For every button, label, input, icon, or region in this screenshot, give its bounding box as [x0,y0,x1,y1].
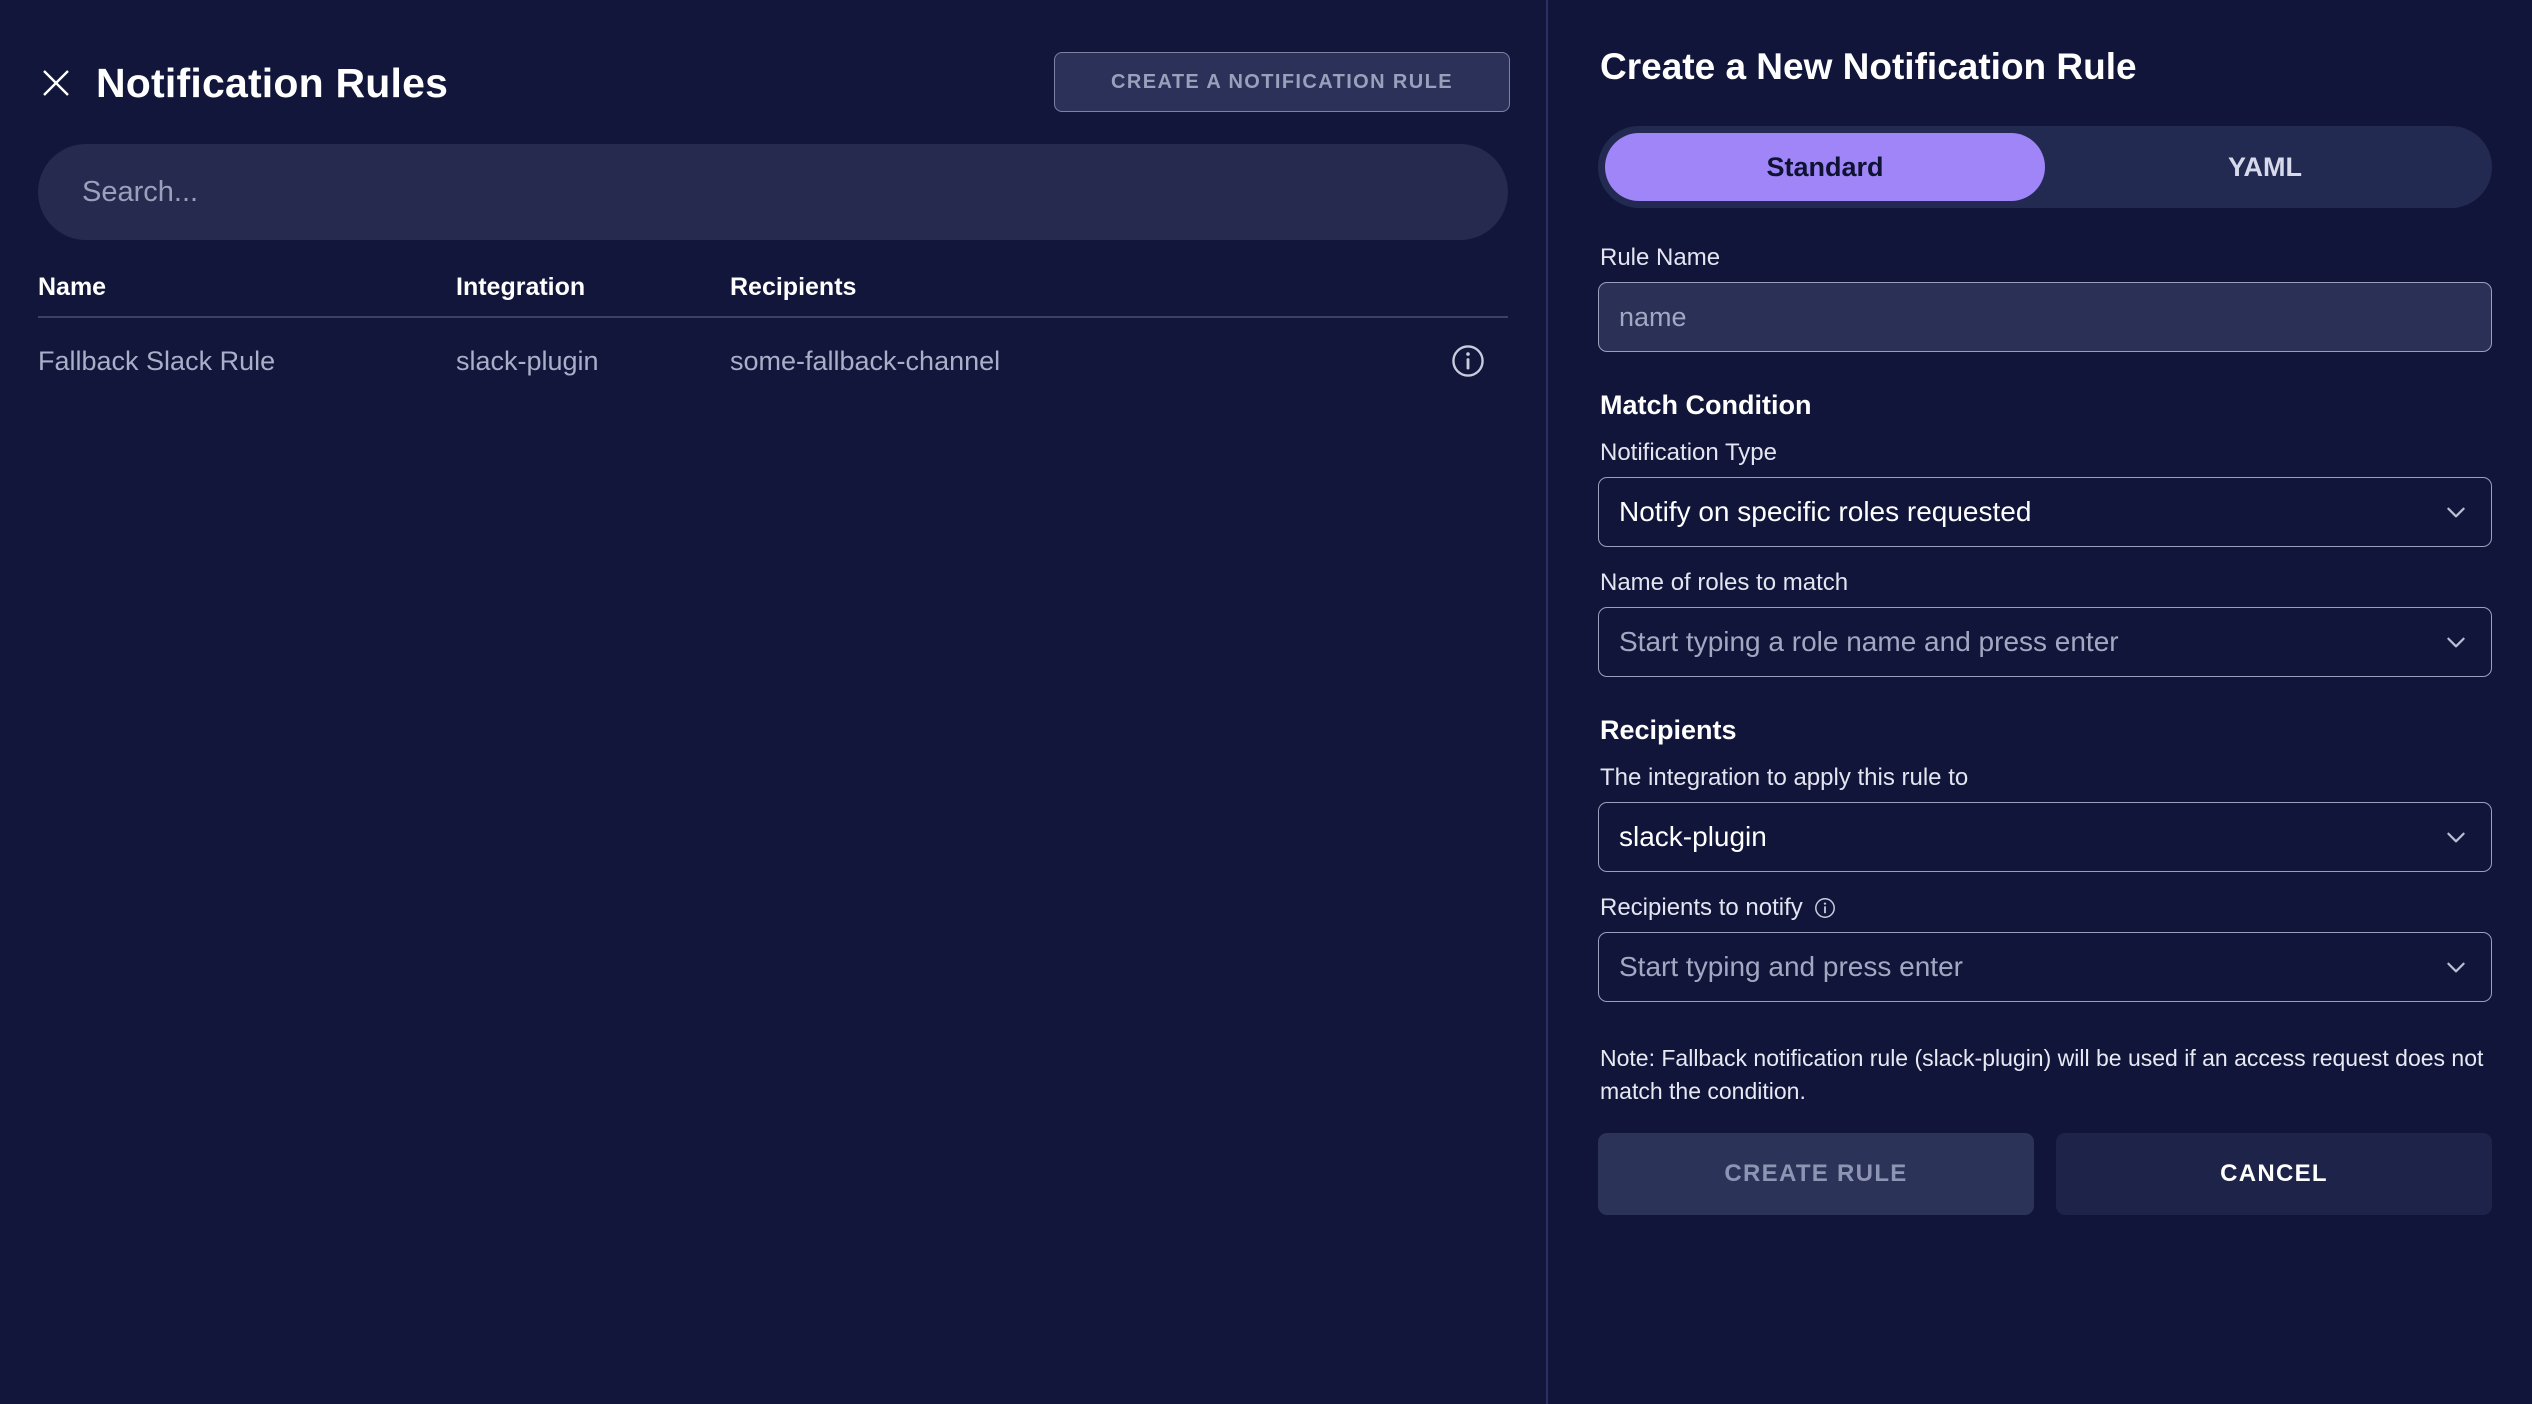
integration-select[interactable]: slack-plugin [1598,802,2492,872]
row-actions [1428,342,1508,380]
notification-rules-panel: Notification Rules CREATE A NOTIFICATION… [0,0,1548,1404]
notification-rules-table: Name Integration Recipients Fallback Sla… [0,268,1546,404]
create-rule-button[interactable]: CREATE RULE [1598,1133,2034,1216]
integration-value: slack-plugin [1619,821,1767,852]
search-container [0,144,1546,240]
info-icon[interactable] [1813,896,1837,920]
integration-label: The integration to apply this rule to [1600,764,1969,791]
fallback-note: Note: Fallback notification rule (slack-… [1600,1045,2484,1104]
cell-rule-name: Fallback Slack Rule [38,345,276,376]
panel-header: Notification Rules CREATE A NOTIFICATION… [0,0,1546,122]
info-icon[interactable] [1449,342,1487,380]
search-input[interactable] [38,144,1508,240]
editor-mode-tabs: Standard YAML [1598,126,2492,208]
notification-type-label: Notification Type [1600,439,1777,466]
notification-type-value: Notify on specific roles requested [1619,496,2032,527]
recipients-to-notify-select[interactable]: Start typing and press enter [1598,932,2492,1002]
chevron-down-icon [2441,629,2471,655]
page-title: Notification Rules [96,59,449,106]
create-rule-panel: Create a New Notification Rule Standard … [1548,0,2532,1404]
column-header-integration: Integration [456,273,586,301]
recipients-to-notify-label: Recipients to notify [1600,894,2492,922]
recipients-heading: Recipients [1600,715,1737,745]
cell-recipients: some-fallback-channel [730,345,1001,376]
form-actions: CREATE RULE CANCEL [1598,1133,2492,1216]
tab-yaml[interactable]: YAML [2045,133,2485,201]
roles-to-match-placeholder: Start typing a role name and press enter [1619,626,2119,657]
table-row[interactable]: Fallback Slack Rule slack-plugin some-fa… [38,318,1508,404]
close-icon[interactable] [34,61,78,105]
chevron-down-icon [2441,954,2471,980]
roles-to-match-select[interactable]: Start typing a role name and press enter [1598,607,2492,677]
column-header-name: Name [38,273,107,301]
create-rule-title: Create a New Notification Rule [1600,46,2137,87]
chevron-down-icon [2441,824,2471,850]
tab-standard[interactable]: Standard [1605,133,2045,201]
match-condition-heading: Match Condition [1600,390,1812,420]
app-screen: Notification Rules CREATE A NOTIFICATION… [0,0,2532,1404]
recipients-to-notify-placeholder: Start typing and press enter [1619,951,1963,982]
cancel-button[interactable]: CANCEL [2056,1133,2492,1216]
roles-to-match-label: Name of roles to match [1600,569,1849,596]
rule-name-input[interactable] [1598,282,2492,352]
chevron-down-icon [2441,499,2471,525]
table-header-row: Name Integration Recipients [38,268,1508,318]
notification-type-select[interactable]: Notify on specific roles requested [1598,477,2492,547]
create-a-notification-rule-button[interactable]: CREATE A NOTIFICATION RULE [1054,52,1510,112]
rule-name-label: Rule Name [1600,244,1721,271]
column-header-recipients: Recipients [730,273,857,301]
recipients-to-notify-label-text: Recipients to notify [1600,894,1803,921]
cell-integration: slack-plugin [456,345,599,376]
